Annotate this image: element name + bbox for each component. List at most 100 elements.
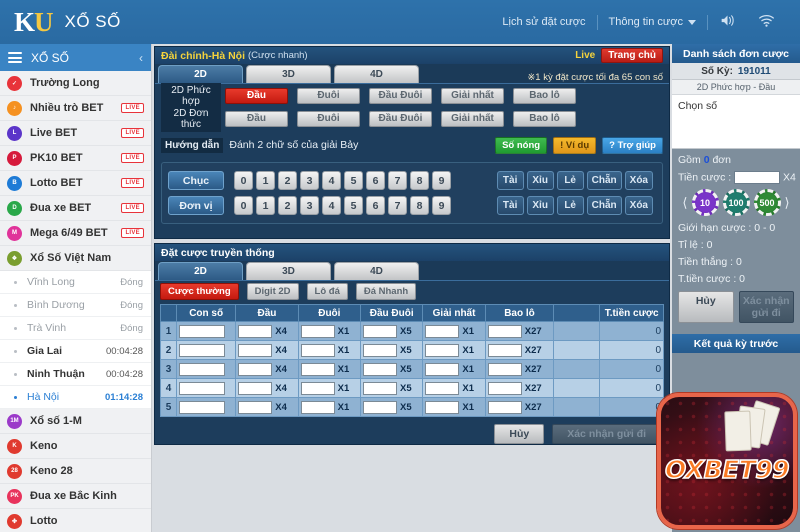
digit-button[interactable]: 7 <box>388 196 407 215</box>
baolo-input[interactable] <box>487 381 522 395</box>
conso-input[interactable] <box>179 324 225 338</box>
chevron-left-icon[interactable]: ‹ <box>139 51 143 65</box>
slip-cancel-button[interactable]: Hủy <box>678 291 734 323</box>
daududi-input[interactable] <box>363 362 398 376</box>
bet-option-button[interactable]: Đầu Đuôi <box>369 87 432 104</box>
sidebar-item[interactable]: ✤ Lotto <box>0 509 151 532</box>
bet-option-button[interactable]: Đuôi <box>297 110 360 127</box>
bet-option-button[interactable]: Đầu <box>225 87 288 104</box>
digit-button[interactable]: 6 <box>366 171 385 190</box>
tab-3D[interactable]: 3D <box>246 65 331 83</box>
quick-option-button[interactable]: Chẵn <box>586 171 622 190</box>
quick-option-button[interactable]: Tài <box>496 171 524 190</box>
quick-option-button[interactable]: Xóa <box>624 196 653 215</box>
sidebar-item[interactable]: B Lotto BET LIVE <box>0 171 151 196</box>
bet-option-button[interactable]: Bao lô <box>513 110 576 127</box>
sidebar-region-item[interactable]: Bình Dương Đóng <box>0 294 151 317</box>
quick-option-button[interactable]: Lẻ <box>556 171 584 190</box>
digit-button[interactable]: 4 <box>322 196 341 215</box>
sidebar-item[interactable]: K Keno <box>0 434 151 459</box>
sidebar-region-item[interactable]: Gia Lai 00:04:28 <box>0 340 151 363</box>
stake-input[interactable] <box>734 171 781 184</box>
wifi-icon[interactable] <box>747 13 786 31</box>
sidebar-item[interactable]: L Live BET LIVE <box>0 121 151 146</box>
sidebar-item[interactable]: 28 Keno 28 <box>0 459 151 484</box>
digit-button[interactable]: 0 <box>234 171 253 190</box>
dau-input[interactable] <box>238 400 273 414</box>
quick-option-button[interactable]: Chẵn <box>586 196 622 215</box>
quick-option-button[interactable]: Lẻ <box>556 196 584 215</box>
duoi-input[interactable] <box>300 324 335 338</box>
sidebar-item[interactable]: 1M Xổ số 1-M <box>0 409 151 434</box>
daududi-input[interactable] <box>363 324 398 338</box>
baolo-input[interactable] <box>487 400 522 414</box>
sub-tab[interactable]: Digit 2D <box>246 282 299 300</box>
traditional-cancel-button[interactable]: Hủy <box>494 424 545 444</box>
quick-option-button[interactable]: Xỉu <box>526 196 554 215</box>
daududi-input[interactable] <box>363 400 398 414</box>
sidebar-region-item[interactable]: Trà Vinh Đóng <box>0 317 151 340</box>
sidebar-header[interactable]: XỔ SỐ ‹ <box>0 44 151 71</box>
guide-button[interactable]: Số nóng <box>495 136 548 154</box>
tab-2D[interactable]: 2D <box>158 65 243 83</box>
digit-button[interactable]: 1 <box>256 171 275 190</box>
duoi-input[interactable] <box>300 343 335 357</box>
bet-option-button[interactable]: Đầu <box>225 110 288 127</box>
dau-input[interactable] <box>238 381 273 395</box>
digit-button[interactable]: 3 <box>300 196 319 215</box>
sidebar-region-item[interactable]: Vĩnh Long Đóng <box>0 271 151 294</box>
giainhat-input[interactable] <box>425 362 460 376</box>
baolo-input[interactable] <box>487 324 522 338</box>
giainhat-input[interactable] <box>425 400 460 414</box>
sidebar-region-item[interactable]: Hà Nội 01:14:28 <box>0 386 151 409</box>
bet-option-button[interactable]: Bao lô <box>513 87 576 104</box>
sub-tab[interactable]: Đá Nhanh <box>355 282 417 300</box>
sidebar-item[interactable]: D Đua xe BET LIVE <box>0 196 151 221</box>
chip-button[interactable]: 500 <box>753 189 781 216</box>
sidebar-region-item[interactable]: Ninh Thuận 00:04:28 <box>0 363 151 386</box>
bet-history-link[interactable]: Lịch sử đặt cược <box>491 16 596 28</box>
digit-button[interactable]: 5 <box>344 171 363 190</box>
baolo-input[interactable] <box>487 362 522 376</box>
dau-input[interactable] <box>238 343 273 357</box>
dau-input[interactable] <box>238 324 273 338</box>
chip-button[interactable]: 10 <box>691 189 719 216</box>
digit-button[interactable]: 1 <box>256 196 275 215</box>
baolo-input[interactable] <box>487 343 522 357</box>
digit-button[interactable]: 6 <box>366 196 385 215</box>
bet-option-button[interactable]: Giải nhất <box>441 87 504 104</box>
bet-option-button[interactable]: Giải nhất <box>441 110 504 127</box>
guide-button[interactable]: ? Trợ giúp <box>602 136 663 154</box>
quick-option-button[interactable]: Tài <box>496 196 524 215</box>
digit-button[interactable]: 8 <box>410 171 429 190</box>
guide-button[interactable]: ! Ví dụ <box>553 136 597 154</box>
giainhat-input[interactable] <box>425 324 460 338</box>
sub-tab[interactable]: Cược thường <box>160 282 239 300</box>
bet-option-button[interactable]: Đuôi <box>297 87 360 104</box>
conso-input[interactable] <box>179 381 225 395</box>
traditional-confirm-button[interactable]: Xác nhận gửi đi <box>552 424 661 444</box>
digit-button[interactable]: 3 <box>300 171 319 190</box>
sidebar-item[interactable]: M Mega 6/49 BET LIVE <box>0 221 151 246</box>
tab-4D[interactable]: 4D <box>334 262 419 280</box>
duoi-input[interactable] <box>300 400 335 414</box>
brand-logo[interactable]: KU XỔ SỐ <box>0 8 121 36</box>
chip-button[interactable]: 100 <box>722 189 750 216</box>
bet-info-dropdown[interactable]: Thông tin cược <box>598 16 708 28</box>
tab-2D[interactable]: 2D <box>158 262 243 280</box>
digit-button[interactable]: 5 <box>344 196 363 215</box>
daududi-input[interactable] <box>363 343 398 357</box>
digit-button[interactable]: 4 <box>322 171 341 190</box>
digit-button[interactable]: 9 <box>432 171 451 190</box>
sidebar-item[interactable]: P PK10 BET LIVE <box>0 146 151 171</box>
bet-option-button[interactable]: Đầu Đuôi <box>369 110 432 127</box>
quick-option-button[interactable]: Xóa <box>624 171 653 190</box>
hamburger-icon[interactable] <box>8 50 22 66</box>
sub-tab[interactable]: Lô đá <box>306 282 348 300</box>
sidebar-item[interactable]: ❖ Xổ Số Việt Nam <box>0 246 151 271</box>
conso-input[interactable] <box>179 362 225 376</box>
sidebar-item[interactable]: PK Đua xe Bắc Kinh <box>0 484 151 509</box>
sound-icon[interactable] <box>708 13 747 31</box>
number-row-label[interactable]: Chục <box>168 171 224 190</box>
number-row-label[interactable]: Đơn vị <box>168 196 224 215</box>
